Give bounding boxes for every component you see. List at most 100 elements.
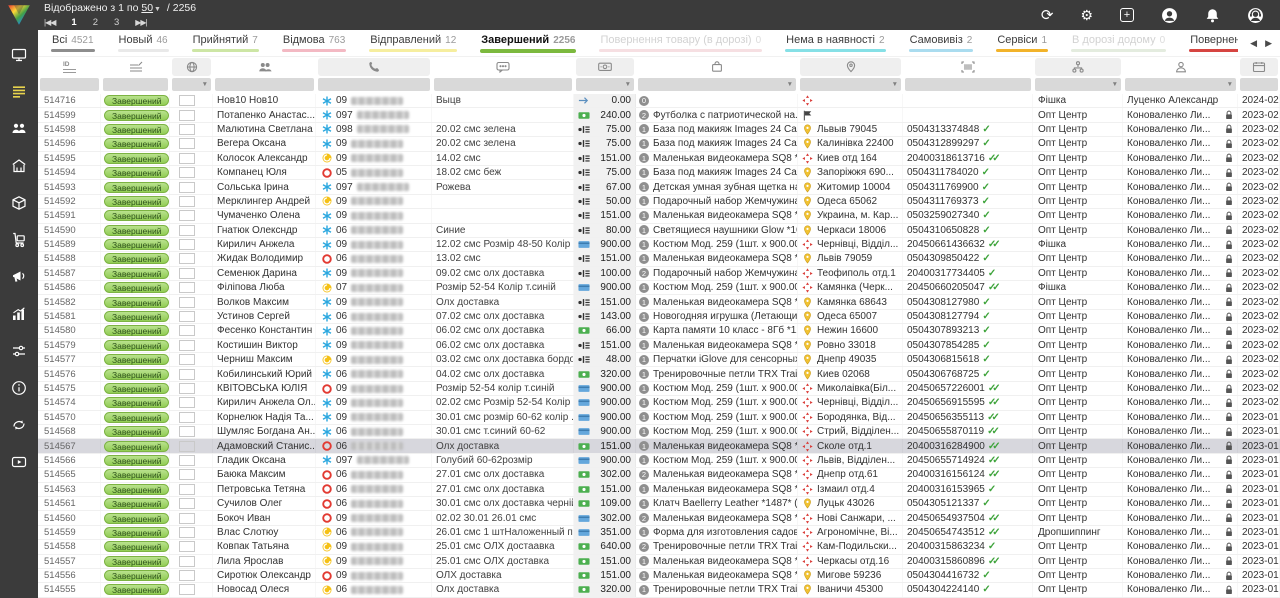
tab-10[interactable]: Сервіси1 — [996, 30, 1048, 56]
table-row[interactable]: 514558ЗавершенийКовпак Татьяна0925.01 см… — [38, 540, 1280, 554]
column-header-date[interactable] — [1240, 58, 1278, 76]
column-header-country[interactable] — [172, 58, 211, 76]
table-row[interactable]: 514559ЗавершенийВлас Слотюу0626.01 смс 1… — [38, 526, 1280, 540]
tab-5[interactable]: Відправлений12 — [369, 30, 457, 56]
table-row[interactable]: 514595ЗавершенийКолосок Александр0914.02… — [38, 152, 1280, 166]
table-row[interactable]: 514580ЗавершенийФесенко Константин0606.0… — [38, 324, 1280, 338]
table-row[interactable]: 514557ЗавершенийЛила Ярослав0925.01 смс … — [38, 555, 1280, 569]
table-row[interactable]: 514556ЗавершенийСиротюк Олександр09ОЛХ д… — [38, 569, 1280, 583]
tab-4[interactable]: Відмова763 — [282, 30, 346, 56]
sidebar-item-megaphone[interactable] — [0, 258, 38, 295]
tab-11[interactable]: В дорозі додому0 — [1071, 30, 1166, 56]
sidebar-item-sliders[interactable] — [0, 332, 38, 369]
gear-icon[interactable]: ⚙ — [1080, 8, 1093, 22]
first-page-button[interactable]: |◀◀ — [44, 17, 55, 29]
filter-input-ttn[interactable] — [905, 78, 1031, 91]
column-header-phone[interactable] — [318, 58, 430, 76]
table-row[interactable]: 514592ЗавершенийМерклингер Андрей0950.00… — [38, 195, 1280, 209]
tab-3[interactable]: Прийнятий7 — [192, 30, 259, 56]
table-row[interactable]: 514565ЗавершенийБаюка Максим0627.01 смс … — [38, 468, 1280, 482]
table-row[interactable]: 514586ЗавершенийФіліпова Люба07Розмір 52… — [38, 281, 1280, 295]
user-icon[interactable] — [1161, 7, 1178, 24]
tab-9[interactable]: Самовивіз2 — [909, 30, 974, 56]
table-row[interactable]: 514596ЗавершенийВегера Оксана0920.02 смс… — [38, 137, 1280, 151]
table-row[interactable]: 514566ЗавершенийГладик Оксана097Голубий … — [38, 454, 1280, 468]
filter-dropdown-icon[interactable]: ▼ — [787, 81, 793, 88]
table-row[interactable]: 514567ЗавершенийАдамовский Станис...06Ол… — [38, 439, 1280, 453]
table-row[interactable]: 514561ЗавершенийСучилов Олег0630.01 смс … — [38, 497, 1280, 511]
table-row[interactable]: 514579ЗавершенийКостишин Виктор0906.02 с… — [38, 339, 1280, 353]
filter-input-delivery[interactable]: ▼ — [800, 78, 901, 91]
support-icon[interactable] — [1247, 7, 1264, 24]
add-icon[interactable]: + — [1120, 8, 1134, 22]
filter-dropdown-icon[interactable]: ▼ — [1227, 81, 1233, 88]
table-row[interactable]: 514593ЗавершенийСольська Ірина097Рожева6… — [38, 180, 1280, 194]
filter-dropdown-icon[interactable]: ▼ — [625, 81, 631, 88]
column-header-pay[interactable] — [576, 58, 634, 76]
filter-dropdown-icon[interactable]: ▼ — [892, 81, 898, 88]
table-row[interactable]: 514590ЗавершенийГнатюк Олексндр06Синие80… — [38, 224, 1280, 238]
table-row[interactable]: 514570ЗавершенийКорнелюк Надія Та...0930… — [38, 411, 1280, 425]
table-row[interactable]: 514576ЗавершенийКобилинський Юрий0604.02… — [38, 367, 1280, 381]
sidebar-item-orders-list[interactable] — [0, 73, 38, 110]
filter-input-client[interactable] — [215, 78, 314, 91]
filter-input-source[interactable]: ▼ — [1035, 78, 1121, 91]
page-size-select[interactable]: 50 — [141, 2, 153, 14]
table-row[interactable]: 514581ЗавершенийУстинов Сергей0607.02 см… — [38, 310, 1280, 324]
table-row[interactable]: 514560ЗавершенийБокоч Иван0902.02 30.01 … — [38, 511, 1280, 525]
table-row[interactable]: 514563ЗавершенийПетровська Тетяна0627.01… — [38, 483, 1280, 497]
refresh-icon[interactable]: ⟳ — [1041, 8, 1054, 23]
sidebar-item-package[interactable] — [0, 184, 38, 221]
column-header-id[interactable]: ID — [40, 58, 99, 76]
table-row[interactable]: 514582ЗавершенийВолков Максим09Олх доста… — [38, 295, 1280, 309]
filter-dropdown-icon[interactable]: ▼ — [202, 81, 208, 88]
table-row[interactable]: 514555ЗавершенийНовосад Олеся06Олх доста… — [38, 583, 1280, 597]
sidebar-item-shop[interactable] — [0, 147, 38, 184]
table-row[interactable]: 514588ЗавершенийЖидак Володимир0613.02 с… — [38, 252, 1280, 266]
filter-input-phone[interactable] — [318, 78, 430, 91]
sidebar-item-monitor[interactable] — [0, 36, 38, 73]
table-row[interactable]: 514591ЗавершенийЧумаченко Олена09151.001… — [38, 209, 1280, 223]
tab-2[interactable]: Новый46 — [118, 30, 169, 56]
filter-dropdown-icon[interactable]: ▼ — [1112, 81, 1118, 88]
tab-1[interactable]: Всі4521 — [51, 30, 95, 56]
table-row[interactable]: 514575ЗавершенийКВІТОВСЬКА ЮЛІЯ09Розмір … — [38, 382, 1280, 396]
column-header-client[interactable] — [215, 58, 314, 76]
table-row[interactable]: 514568ЗавершенийШумляс Богдана Ан...0630… — [38, 425, 1280, 439]
column-header-ttn[interactable] — [905, 58, 1031, 76]
filter-input-country[interactable]: ▼ — [172, 78, 211, 91]
app-logo-icon[interactable] — [0, 0, 38, 30]
filter-input-id[interactable] — [40, 78, 99, 91]
column-header-comment[interactable] — [434, 58, 572, 76]
page-number-3[interactable]: 3 — [114, 17, 119, 29]
tabs-scroll-left-icon[interactable]: ◀ — [1250, 38, 1257, 49]
filter-input-pay[interactable]: ▼ — [576, 78, 634, 91]
sidebar-item-stats[interactable] — [0, 295, 38, 332]
page-number-1[interactable]: 1 — [71, 17, 76, 29]
column-header-delivery[interactable] — [800, 58, 901, 76]
table-row[interactable]: 514574ЗавершенийКирилич Анжела Ол...0902… — [38, 396, 1280, 410]
table-row[interactable]: 514587ЗавершенийСеменюк Дарина0909.02 см… — [38, 267, 1280, 281]
page-number-2[interactable]: 2 — [93, 17, 98, 29]
filter-input-product[interactable]: ▼ — [638, 78, 796, 91]
sidebar-item-video[interactable] — [0, 443, 38, 480]
sidebar-item-partners[interactable] — [0, 406, 38, 443]
filter-input-manager[interactable]: ▼ — [1125, 78, 1236, 91]
sidebar-item-trolley[interactable] — [0, 221, 38, 258]
filter-input-date[interactable] — [1240, 78, 1278, 91]
column-header-source[interactable] — [1035, 58, 1121, 76]
column-header-manager[interactable] — [1125, 58, 1236, 76]
table-row[interactable]: 514577ЗавершенийЧерниш Максим0903.02 смс… — [38, 353, 1280, 367]
column-header-status[interactable] — [103, 58, 168, 76]
tab-6[interactable]: Завершений2256 — [480, 30, 576, 56]
column-header-product[interactable] — [638, 58, 796, 76]
filter-input-status[interactable] — [103, 78, 168, 91]
tabs-scroll-right-icon[interactable]: ▶ — [1265, 38, 1272, 49]
sidebar-item-info[interactable] — [0, 369, 38, 406]
table-row[interactable]: 514598ЗавершенийМалютина Светлана09820.0… — [38, 123, 1280, 137]
tab-8[interactable]: Нема в наявності2 — [785, 30, 885, 56]
table-row[interactable]: 514589ЗавершенийКирилич Анжела0912.02 см… — [38, 238, 1280, 252]
bell-icon[interactable] — [1205, 8, 1220, 23]
table-row[interactable]: 514594ЗавершенийКомпанец Юля0518.02 смс … — [38, 166, 1280, 180]
tab-7[interactable]: Повернення товару (в дорозі)0 — [599, 30, 762, 56]
